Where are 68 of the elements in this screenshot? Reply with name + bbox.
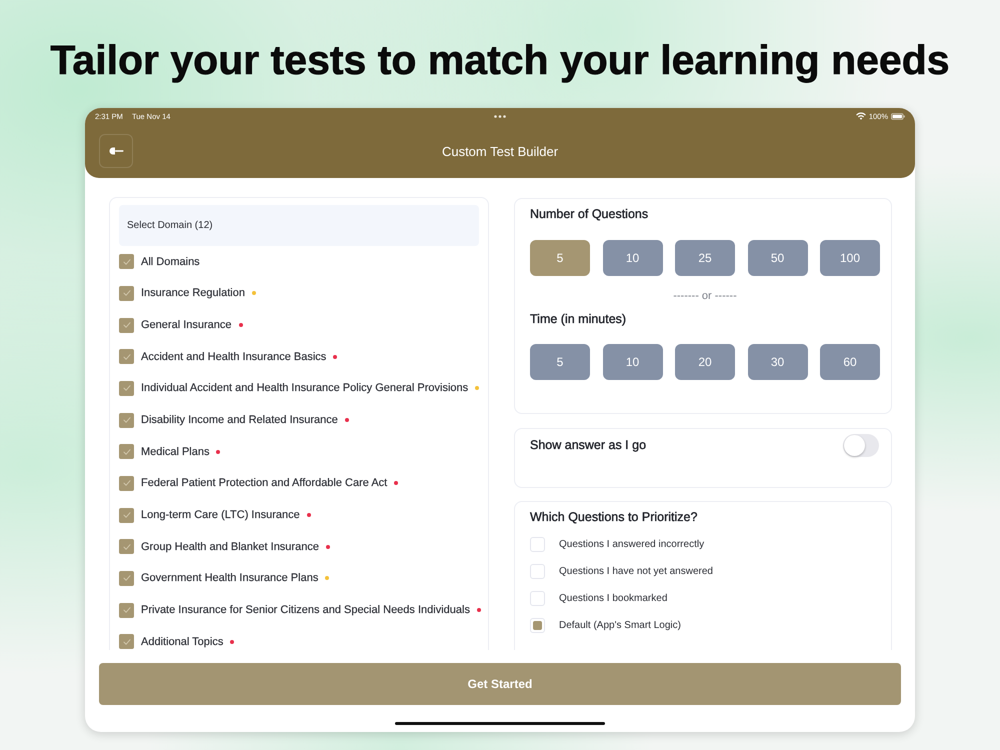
- option-button[interactable]: 5: [530, 344, 590, 380]
- back-arrow-icon: [108, 147, 124, 155]
- section-title: Time (in minutes): [530, 311, 628, 327]
- domain-label: Private Insurance for Senior Citizens and Special Needs Individuals: [141, 604, 470, 616]
- option-label: Default (App's Smart Logic): [559, 620, 681, 630]
- check-icon: [122, 322, 130, 328]
- domain-label: Accident and Health Insurance Basics: [141, 350, 326, 363]
- checkbox[interactable]: [119, 634, 134, 650]
- check-icon: [122, 607, 130, 614]
- check-icon: [122, 575, 130, 582]
- checkbox[interactable]: [119, 602, 134, 618]
- check-icon: [122, 448, 130, 455]
- domain-label: Medical Plans: [141, 446, 210, 458]
- option-button[interactable]: 10: [602, 240, 662, 276]
- checkbox[interactable]: [119, 380, 134, 396]
- or-divider: ------- or ------: [672, 289, 738, 304]
- option-button[interactable]: 30: [748, 344, 808, 380]
- domain-label: Additional Topics: [141, 636, 224, 648]
- toggle-label: Show answer as I go: [530, 437, 646, 453]
- back-button[interactable]: [99, 134, 133, 168]
- check-icon: [122, 290, 130, 296]
- option-button[interactable]: 50: [748, 240, 808, 276]
- checkbox[interactable]: [119, 286, 134, 301]
- domain-label: Government Health Insurance Plans: [141, 572, 318, 584]
- check-icon: [122, 512, 130, 518]
- check-icon: [122, 480, 130, 486]
- section-title: Which Questions to Prioritize?: [530, 509, 698, 525]
- checkbox[interactable]: [119, 412, 134, 428]
- checkbox[interactable]: [119, 508, 134, 523]
- option-button[interactable]: 20: [675, 344, 735, 380]
- option-label: Questions I bookmarked: [559, 592, 668, 604]
- option-button[interactable]: 10: [602, 344, 662, 380]
- headline: Tailor your tests to match your learning needs: [50, 36, 950, 82]
- toggle-switch[interactable]: [843, 434, 879, 457]
- domain-label: Long-term Care (LTC) Insurance: [141, 509, 300, 522]
- battery-icon: [891, 112, 905, 120]
- check-icon: [122, 544, 130, 550]
- domain-label: General Insurance: [141, 319, 232, 332]
- option-button[interactable]: 60: [820, 344, 880, 380]
- dots-icon[interactable]: [494, 114, 506, 118]
- check-icon: [122, 258, 130, 265]
- option-button[interactable]: 5: [530, 240, 590, 276]
- check-icon: [122, 417, 130, 424]
- wifi-icon: [856, 112, 866, 120]
- option-label: Questions I answered incorrectly: [559, 539, 704, 550]
- option-button[interactable]: 25: [675, 240, 735, 276]
- checkbox[interactable]: [119, 476, 134, 491]
- option-label: Questions I have not yet answered: [559, 566, 713, 578]
- checkbox[interactable]: [119, 570, 134, 586]
- checkbox[interactable]: [119, 254, 134, 270]
- get-started-button[interactable]: Get Started: [99, 663, 901, 705]
- option-button[interactable]: 100: [820, 240, 880, 276]
- domain-label: Disability Income and Related Insurance: [141, 414, 338, 426]
- domain-label: All Domains: [141, 256, 200, 268]
- check-icon: [122, 354, 130, 360]
- domain-label: Insurance Regulation: [141, 287, 245, 300]
- checkbox[interactable]: [119, 444, 134, 460]
- domain-label: Federal Patient Protection and Affordable Care Act: [141, 477, 388, 490]
- section-title: Number of Questions: [530, 206, 650, 222]
- screen-title: Custom Test Builder: [440, 144, 560, 158]
- check-icon: [122, 638, 130, 645]
- domain-header: Select Domain (12): [119, 205, 479, 246]
- check-icon: [122, 385, 130, 392]
- checkbox[interactable]: [119, 539, 134, 554]
- checkbox[interactable]: [119, 349, 134, 364]
- domain-label: Individual Accident and Health Insurance Policy General Provisions: [141, 382, 468, 394]
- checkbox[interactable]: [119, 318, 134, 333]
- domain-label: Group Health and Blanket Insurance: [141, 540, 319, 553]
